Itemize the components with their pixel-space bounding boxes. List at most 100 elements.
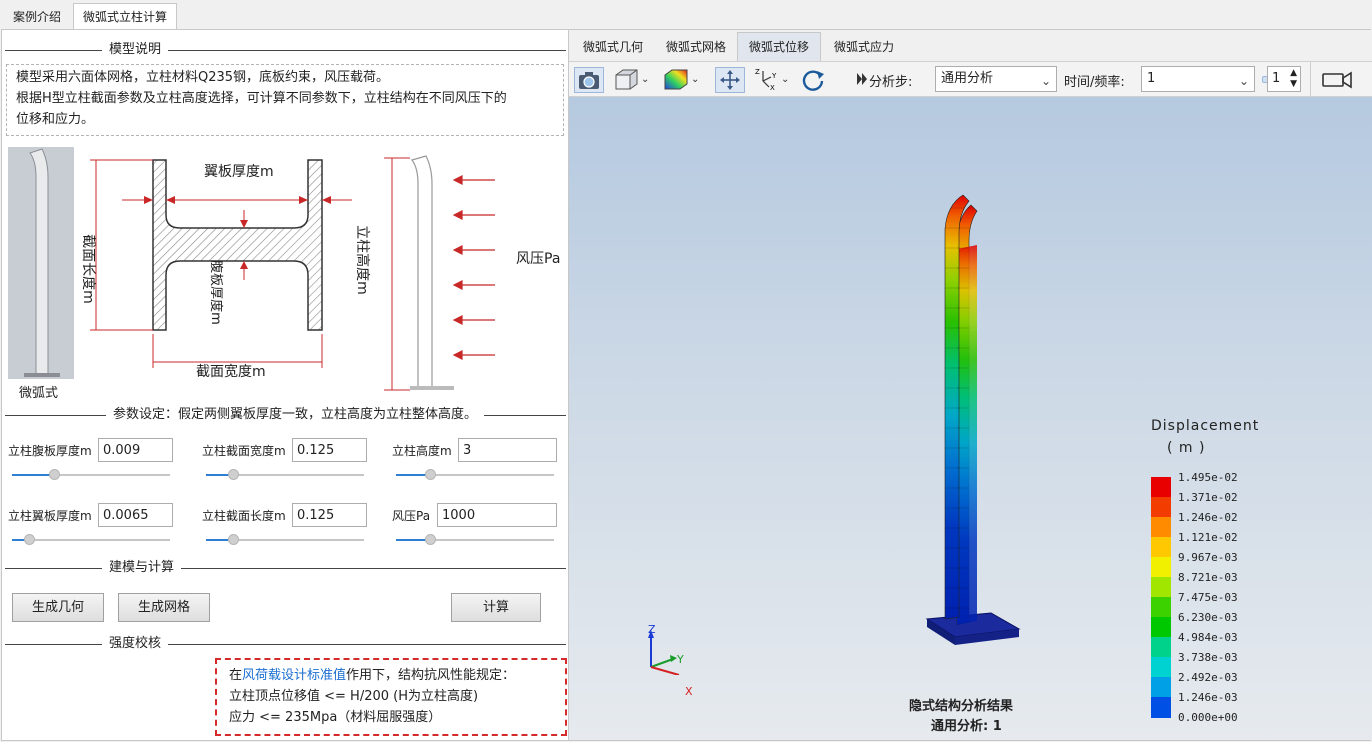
section-width-slider[interactable]: [206, 469, 364, 481]
label-section-width-param: 立柱截面宽度m: [202, 444, 286, 458]
slider-thumb[interactable]: [23, 534, 35, 545]
frame-spinbox[interactable]: 1 ▲ ▼: [1267, 66, 1301, 92]
time-frequency-select[interactable]: 1 ⌄: [1141, 66, 1255, 92]
slider-thumb[interactable]: [425, 534, 437, 545]
model-description: 模型采用六面体网格，立柱材料Q235钢，底板约束，风压载荷。 根据H型立柱截面参…: [6, 64, 564, 136]
slider-thumb[interactable]: [228, 469, 240, 480]
camera-icon[interactable]: [574, 67, 604, 93]
generate-mesh-button[interactable]: 生成网格: [118, 593, 210, 622]
result-tab-bar: 微弧式几何 微弧式网格 微弧式位移 微弧式应力: [569, 30, 1372, 61]
slider-thumb[interactable]: [228, 534, 240, 545]
svg-text:⌄: ⌄: [691, 74, 699, 85]
legend-color-segment: [1151, 697, 1171, 718]
legend-color-segment: [1151, 517, 1171, 538]
wind-pressure-input[interactable]: [437, 503, 557, 527]
label-section-length-param: 立柱截面长度m: [202, 509, 286, 523]
label-post-height: 立柱高度m: [353, 225, 370, 295]
web-thickness-input[interactable]: [98, 438, 173, 462]
flange-thickness-slider[interactable]: [12, 534, 170, 546]
frame-spin-value: 1: [1272, 71, 1281, 86]
check-text: 作用下，结构抗风性能规定：: [346, 668, 516, 683]
axes-orientation-icon[interactable]: Z Y X ⌄: [753, 67, 791, 93]
tab-stress[interactable]: 微弧式应力: [822, 32, 906, 61]
post-thumbnail-image: [24, 148, 60, 377]
axis-x-label: X: [685, 685, 693, 698]
legend-color-segment: [1151, 617, 1171, 638]
section-title-check: 强度校核: [102, 636, 169, 652]
time-label: 时间/频率:: [1064, 75, 1125, 90]
check-line-2: 立柱顶点位移值 <= H/200 (H为立柱高度): [229, 689, 479, 704]
generate-geometry-button[interactable]: 生成几何: [12, 593, 104, 622]
legend-color-segment: [1151, 477, 1171, 498]
description-line: 根据H型立柱截面参数及立柱高度选择，可计算不同参数下，立柱结构在不同风压下的: [16, 91, 507, 106]
strength-check-box: 在风荷载设计标准值作用下，结构抗风性能规定： 立柱顶点位移值 <= H/200 …: [215, 658, 567, 736]
slider-thumb[interactable]: [425, 469, 437, 480]
legend-color-segment: [1151, 537, 1171, 558]
label-wind-pressure-param: 风压Pa: [392, 509, 431, 523]
legend-value-label: 0.000e+00: [1178, 711, 1238, 724]
h-section-diagram: [90, 159, 352, 368]
legend-value-label: 1.246e-03: [1178, 691, 1238, 704]
check-line-1: 在风荷载设计标准值作用下，结构抗风性能规定：: [229, 665, 553, 686]
legend-color-segment: [1151, 637, 1171, 658]
color-map-icon[interactable]: ⌄: [661, 67, 705, 93]
analysis-step-select[interactable]: 通用分析 ⌄: [935, 66, 1057, 92]
viewer-toolbar: ⌄ ⌄ Z Y X ⌄ 分析步: 通用分析 ⌄ 时间/频率: 1 ⌄ 1 ▲ ▼: [569, 61, 1372, 98]
label-wind-pressure: 风压Pa: [516, 251, 561, 267]
time-frequency-value: 1: [1147, 71, 1156, 86]
web-thickness-slider[interactable]: [12, 469, 170, 481]
section-title-build: 建模与计算: [102, 560, 182, 576]
section-title-model: 模型说明: [102, 42, 169, 58]
legend-title: Displacement: [1151, 418, 1260, 434]
legend-value-label: 1.121e-02: [1178, 531, 1238, 544]
top-tab-bar: 案例介绍 微弧式立柱计算: [0, 0, 1372, 30]
section-width-input[interactable]: [292, 438, 367, 462]
legend-color-segment: [1151, 597, 1171, 618]
legend-value-label: 1.371e-02: [1178, 491, 1238, 504]
post-height-slider[interactable]: [396, 469, 554, 481]
3d-viewport[interactable]: Z Y X 隐式结构分析结果 通用分析: 1 Displacement ( m …: [569, 97, 1372, 740]
video-camera-icon[interactable]: [1319, 67, 1359, 93]
check-text: 在: [229, 668, 243, 683]
legend-color-segment: [1151, 657, 1171, 678]
legend-value-label: 3.738e-03: [1178, 651, 1238, 664]
divider: [1310, 62, 1311, 98]
chevron-down-icon: ⌄: [1040, 74, 1051, 88]
legend-value-label: 1.495e-02: [1178, 471, 1238, 484]
post-height-input[interactable]: [458, 438, 557, 462]
tab-mesh[interactable]: 微弧式网格: [654, 32, 738, 61]
tab-geometry[interactable]: 微弧式几何: [571, 32, 655, 61]
slider-thumb[interactable]: [48, 469, 60, 480]
tab-post-calculation[interactable]: 微弧式立柱计算: [73, 3, 178, 30]
divider: [5, 644, 566, 645]
cube-view-icon[interactable]: ⌄: [611, 67, 653, 93]
flange-thickness-input[interactable]: [98, 503, 173, 527]
legend-color-segment: [1151, 497, 1171, 518]
legend-color-segment: [1151, 557, 1171, 578]
legend-value-label: 6.230e-03: [1178, 611, 1238, 624]
wind-pressure-slider[interactable]: [396, 534, 554, 546]
label-web-thickness: 腹板厚度m: [207, 260, 223, 325]
section-length-slider[interactable]: [206, 534, 364, 546]
svg-text:⌄: ⌄: [641, 74, 649, 85]
wind-load-standard-link[interactable]: 风荷载设计标准值: [242, 668, 346, 683]
animation-icon[interactable]: [855, 67, 869, 93]
post-thumbnail-caption: 微弧式: [19, 386, 59, 401]
legend-value-label: 8.721e-03: [1178, 571, 1238, 584]
legend-value-label: 9.967e-03: [1178, 551, 1238, 564]
check-line-3: 应力 <= 235Mpa（材料屈服强度）: [229, 710, 442, 725]
tab-case-intro[interactable]: 案例介绍: [3, 3, 71, 30]
rotate-icon[interactable]: [799, 67, 829, 93]
tab-displacement[interactable]: 微弧式位移: [737, 32, 822, 61]
slider-fill: [12, 474, 54, 476]
label-flange-thickness-param: 立柱翼板厚度m: [8, 509, 92, 523]
svg-text:⌄: ⌄: [781, 74, 789, 85]
analysis-step-value: 通用分析: [941, 71, 994, 86]
section-length-input[interactable]: [292, 503, 367, 527]
compute-button[interactable]: 计算: [451, 593, 541, 622]
spin-arrows-icon[interactable]: ▲ ▼: [1290, 68, 1297, 90]
fit-view-icon[interactable]: [715, 67, 745, 93]
legend-value-label: 1.246e-02: [1178, 511, 1238, 524]
label-web-thickness-param: 立柱腹板厚度m: [8, 444, 92, 458]
legend-value-label: 2.492e-03: [1178, 671, 1238, 684]
